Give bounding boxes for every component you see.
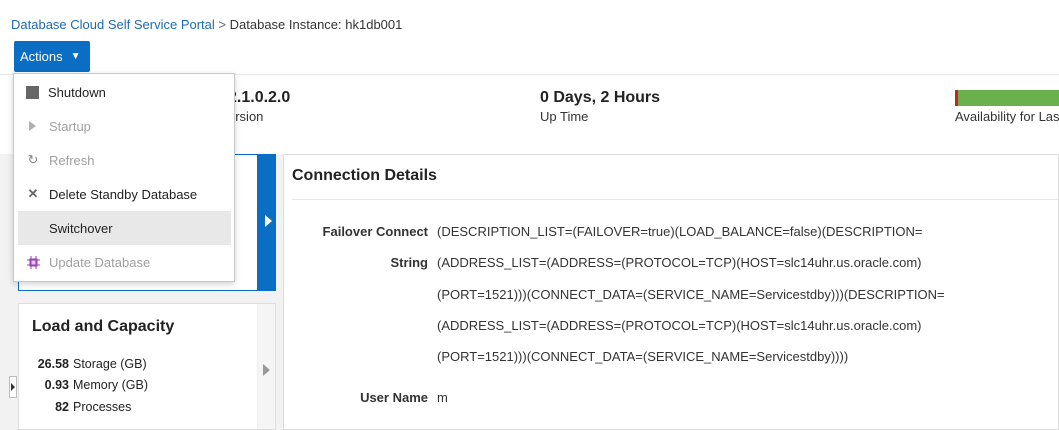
menu-item-label: Update Database — [49, 254, 151, 270]
menu-item-update-database[interactable]: Update Database — [14, 245, 234, 279]
menu-item-refresh[interactable]: ↻ Refresh — [14, 143, 234, 177]
actions-button-label: Actions — [20, 49, 63, 64]
menu-item-shutdown[interactable]: Shutdown — [14, 75, 234, 109]
breadcrumb-current: Database Instance: hk1db001 — [229, 17, 403, 32]
memory-label: Memory (GB) — [73, 378, 148, 392]
failover-label-line2: String — [390, 255, 428, 270]
caret-down-icon: ▼ — [70, 51, 81, 62]
chevron-right-icon — [11, 383, 15, 391]
version-value: 2.1.0.2.0 — [228, 89, 291, 106]
play-icon — [29, 121, 36, 131]
close-icon: ✕ — [27, 186, 39, 201]
processes-value: 82 — [55, 400, 69, 414]
failover-string-line: (ADDRESS_LIST=(ADDRESS=(PROTOCOL=TCP)(HO… — [437, 255, 922, 270]
uptime-value: 0 Days, 2 Hours — [540, 89, 661, 106]
failover-string-line: (ADDRESS_LIST=(ADDRESS=(PROTOCOL=TCP)(HO… — [437, 318, 922, 333]
failover-string-line: (DESCRIPTION_LIST=(FAILOVER=true)(LOAD_B… — [437, 224, 923, 239]
panel-expand-strip[interactable] — [257, 155, 275, 290]
menu-item-label: Startup — [49, 118, 91, 134]
username-value: m — [437, 390, 448, 405]
menu-item-startup[interactable]: Startup — [14, 109, 234, 143]
failover-string-line: (PORT=1521)))(CONNECT_DATA=(SERVICE_NAME… — [437, 349, 849, 364]
availability-bar — [955, 90, 1059, 106]
connection-details-panel: Connection Details Failover Connect Stri… — [283, 154, 1059, 430]
load-row-memory: 0.93 Memory (GB) — [31, 378, 148, 392]
chevron-right-icon — [263, 364, 270, 376]
storage-value: 26.58 — [37, 357, 69, 371]
load-capacity-panel: Load and Capacity 26.58 Storage (GB) 0.93… — [18, 303, 276, 430]
username-label: User Name — [360, 390, 428, 405]
breadcrumb: Database Cloud Self Service Portal > Dat… — [11, 17, 402, 32]
divider — [292, 199, 1059, 200]
processes-label: Processes — [73, 400, 132, 414]
actions-dropdown-menu: Shutdown Startup ↻ Refresh ✕ Delete Stan… — [13, 73, 235, 282]
memory-value: 0.93 — [44, 378, 69, 392]
refresh-icon: ↻ — [27, 152, 39, 167]
chip-icon-graphic — [26, 255, 40, 269]
load-capacity-title: Load and Capacity — [32, 318, 175, 335]
header-bar: Database Cloud Self Service Portal > Dat… — [0, 0, 1059, 74]
failover-label-line1: Failover Connect — [322, 224, 428, 239]
storage-label: Storage (GB) — [73, 357, 147, 371]
menu-item-label: Switchover — [49, 220, 113, 236]
menu-item-delete-standby[interactable]: ✕ Delete Standby Database — [14, 177, 234, 211]
load-panel-expand-strip[interactable] — [257, 304, 275, 429]
menu-item-label: Refresh — [49, 152, 95, 168]
chevron-right-icon — [265, 215, 272, 227]
menu-item-label: Delete Standby Database — [49, 186, 198, 202]
menu-item-label: Shutdown — [48, 84, 106, 100]
load-row-storage: 26.58 Storage (GB) — [31, 357, 147, 371]
chip-icon — [26, 255, 40, 269]
side-collapse-handle[interactable] — [9, 376, 17, 398]
load-row-processes: 82 Processes — [31, 400, 131, 414]
uptime-label: Up Time — [540, 109, 589, 124]
connection-details-title: Connection Details — [292, 167, 437, 184]
stop-icon — [26, 85, 39, 99]
breadcrumb-separator: > — [218, 17, 226, 32]
failover-string-line: (PORT=1521)))(CONNECT_DATA=(SERVICE_NAME… — [437, 287, 945, 302]
breadcrumb-parent-link[interactable]: Database Cloud Self Service Portal — [11, 17, 215, 32]
availability-label: Availability for Las — [955, 109, 1059, 124]
actions-button[interactable]: Actions ▼ — [14, 41, 90, 72]
menu-item-switchover[interactable]: Switchover — [18, 211, 231, 245]
